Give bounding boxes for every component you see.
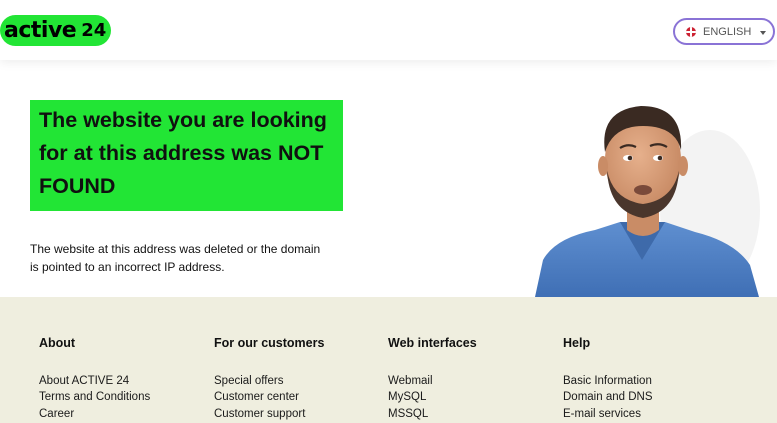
footer-col-customers: For our customers Special offers Custome…: [214, 335, 324, 422]
footer-heading: For our customers: [214, 336, 325, 350]
logo-wordmark: active: [0, 15, 83, 46]
footer-link-customer-support[interactable]: Customer support: [214, 406, 324, 422]
footer-col-about: About About ACTIVE 24 Terms and Conditio…: [39, 335, 150, 422]
confused-man-photo: [535, 106, 760, 297]
footer-heading: Web interfaces: [388, 336, 477, 350]
footer-link-customer-center[interactable]: Customer center: [214, 389, 324, 405]
not-found-banner: The website you are looking for at this …: [30, 100, 343, 211]
footer-link-mysql[interactable]: MySQL: [388, 389, 477, 405]
chevron-down-icon: [760, 31, 766, 35]
footer-col-help: Help Basic Information Domain and DNS E-…: [563, 335, 652, 422]
footer-link-webmail[interactable]: Webmail: [388, 373, 477, 389]
uk-flag-icon: [686, 26, 696, 37]
footer-link-terms[interactable]: Terms and Conditions: [39, 389, 150, 405]
footer-link-basic-information[interactable]: Basic Information: [563, 373, 652, 389]
active24-logo[interactable]: active 24: [0, 15, 112, 46]
footer-heading: Help: [563, 336, 591, 350]
page-title: The website you are looking for at this …: [39, 108, 327, 198]
error-description: The website at this address was deleted …: [30, 242, 321, 274]
language-select[interactable]: ENGLISH: [673, 18, 775, 45]
site-footer: About About ACTIVE 24 Terms and Conditio…: [0, 297, 777, 423]
footer-link-about[interactable]: About ACTIVE 24: [39, 373, 150, 389]
language-label: ENGLISH: [703, 25, 752, 38]
footer-link-domain-dns[interactable]: Domain and DNS: [563, 389, 652, 405]
footer-link-email-services[interactable]: E-mail services: [563, 406, 652, 422]
footer-heading: About: [39, 336, 76, 350]
footer-link-career[interactable]: Career: [39, 406, 150, 422]
site-header: active 24 ENGLISH: [0, 0, 777, 60]
footer-link-mssql[interactable]: MSSQL: [388, 406, 477, 422]
footer-link-special-offers[interactable]: Special offers: [214, 373, 324, 389]
logo-number: 24: [81, 15, 112, 46]
footer-col-web-interfaces: Web interfaces Webmail MySQL MSSQL: [388, 335, 477, 422]
